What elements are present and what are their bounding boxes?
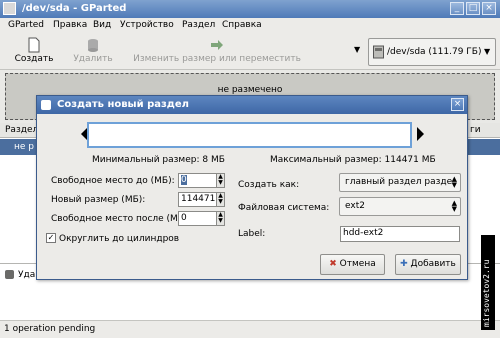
- delete-operation-icon: [5, 270, 14, 279]
- filesystem-value: ext2: [345, 201, 365, 211]
- resize-move-label: Изменить размер или переместить: [133, 54, 301, 64]
- cancel-button[interactable]: ✖ Отмена: [320, 254, 385, 275]
- create-partition-dialog: Создать новый раздел × Минимальный разме…: [36, 95, 468, 280]
- resize-move-button[interactable]: Изменить размер или переместить: [132, 37, 302, 64]
- new-size-field[interactable]: 114471: [178, 192, 218, 207]
- window-title: /dev/sda - GParted: [22, 3, 127, 14]
- filesystem-select[interactable]: ext2 ▲ ▼: [339, 197, 461, 216]
- partition-label-input[interactable]: hdd-ext2: [340, 226, 460, 242]
- dialog-close-icon[interactable]: ×: [451, 98, 464, 111]
- new-size-label: Новый размер (МБ):: [51, 195, 146, 205]
- add-icon: ✚: [400, 259, 408, 269]
- cancel-button-label: Отмена: [339, 259, 376, 269]
- new-document-icon: [28, 37, 40, 53]
- device-selector-label: /dev/sda (111.79 ГБ): [387, 47, 482, 57]
- dialog-title: Создать новый раздел: [57, 99, 189, 110]
- column-partition[interactable]: Раздел: [5, 125, 38, 135]
- menu-partition[interactable]: Раздел: [182, 20, 215, 30]
- free-before-field[interactable]: 0: [178, 173, 218, 188]
- free-before-stepper[interactable]: ▲ ▼: [216, 173, 225, 188]
- menu-gparted[interactable]: GParted: [8, 20, 44, 30]
- new-size-value: 114471: [181, 194, 216, 204]
- app-icon: [3, 2, 16, 15]
- create-as-value: главный раздел разде: [345, 177, 453, 187]
- menu-device[interactable]: Устройство: [120, 20, 174, 30]
- menu-view[interactable]: Вид: [93, 20, 111, 30]
- resize-arrow-icon: [211, 40, 223, 50]
- close-icon[interactable]: ×: [482, 2, 496, 15]
- create-as-label: Создать как:: [238, 180, 300, 190]
- statusbar: 1 operation pending: [0, 320, 500, 338]
- free-after-value: 0: [181, 213, 187, 223]
- toolbar-overflow-icon[interactable]: ▼: [354, 45, 360, 54]
- menubar: GParted Правка Вид Устройство Раздел Спр…: [0, 18, 500, 35]
- free-before-value: 0: [181, 175, 187, 185]
- maximize-icon[interactable]: □: [466, 2, 480, 15]
- unallocated-label: не размечено: [217, 85, 283, 95]
- watermark-text: mirsovetov2.ru: [482, 259, 491, 327]
- max-size-text: Максимальный размер: 114471 МБ: [270, 155, 436, 165]
- round-cylinders-checkbox[interactable]: ✓: [46, 233, 56, 243]
- watermark: mirsovetov2.ru: [481, 235, 495, 330]
- partition-label-label: Label:: [238, 229, 266, 239]
- free-before-label: Свободное место до (МБ):: [51, 176, 175, 186]
- delete-button[interactable]: Удалить: [71, 37, 115, 64]
- dialog-titlebar: Создать новый раздел ×: [37, 96, 467, 114]
- status-text: 1 operation pending: [4, 324, 96, 334]
- pending-operation-item[interactable]: Уда: [18, 270, 35, 280]
- column-flags[interactable]: ги: [470, 125, 481, 135]
- new-size-stepper[interactable]: ▲ ▼: [216, 192, 225, 207]
- add-button[interactable]: ✚ Добавить: [395, 254, 461, 275]
- delete-disk-icon: [88, 39, 98, 52]
- device-dropdown-icon: ▼: [484, 47, 491, 56]
- free-after-label: Свободное место после (МБ):: [51, 214, 191, 224]
- free-after-stepper[interactable]: ▲ ▼: [216, 211, 225, 226]
- free-after-field[interactable]: 0: [178, 211, 218, 226]
- round-cylinders-label: Округлить до цилиндров: [59, 234, 180, 244]
- window-titlebar: /dev/sda - GParted _ □ ×: [0, 0, 500, 18]
- partition-size-visual[interactable]: [87, 122, 412, 148]
- minimize-icon[interactable]: _: [450, 2, 464, 15]
- right-resize-handle-icon[interactable]: [417, 127, 424, 141]
- hard-disk-icon: [373, 45, 384, 59]
- add-button-label: Добавить: [410, 259, 456, 269]
- device-selector[interactable]: /dev/sda (111.79 ГБ) ▼: [368, 38, 496, 66]
- new-button-label: Создать: [14, 54, 54, 64]
- cancel-icon: ✖: [329, 259, 337, 269]
- new-button[interactable]: Создать: [14, 37, 54, 64]
- menu-help[interactable]: Справка: [222, 20, 262, 30]
- dialog-app-icon: [41, 100, 51, 110]
- filesystem-label: Файловая система:: [238, 203, 330, 213]
- create-as-select[interactable]: главный раздел разде ▲ ▼: [339, 173, 461, 192]
- create-as-chevron-icon: ▲ ▼: [451, 175, 457, 189]
- delete-button-label: Удалить: [73, 54, 113, 64]
- min-size-text: Минимальный размер: 8 МБ: [92, 155, 225, 165]
- menu-edit[interactable]: Правка: [53, 20, 87, 30]
- filesystem-chevron-icon: ▲ ▼: [451, 199, 457, 213]
- row-partition-name: не р: [14, 142, 34, 152]
- partition-label-value: hdd-ext2: [343, 228, 384, 238]
